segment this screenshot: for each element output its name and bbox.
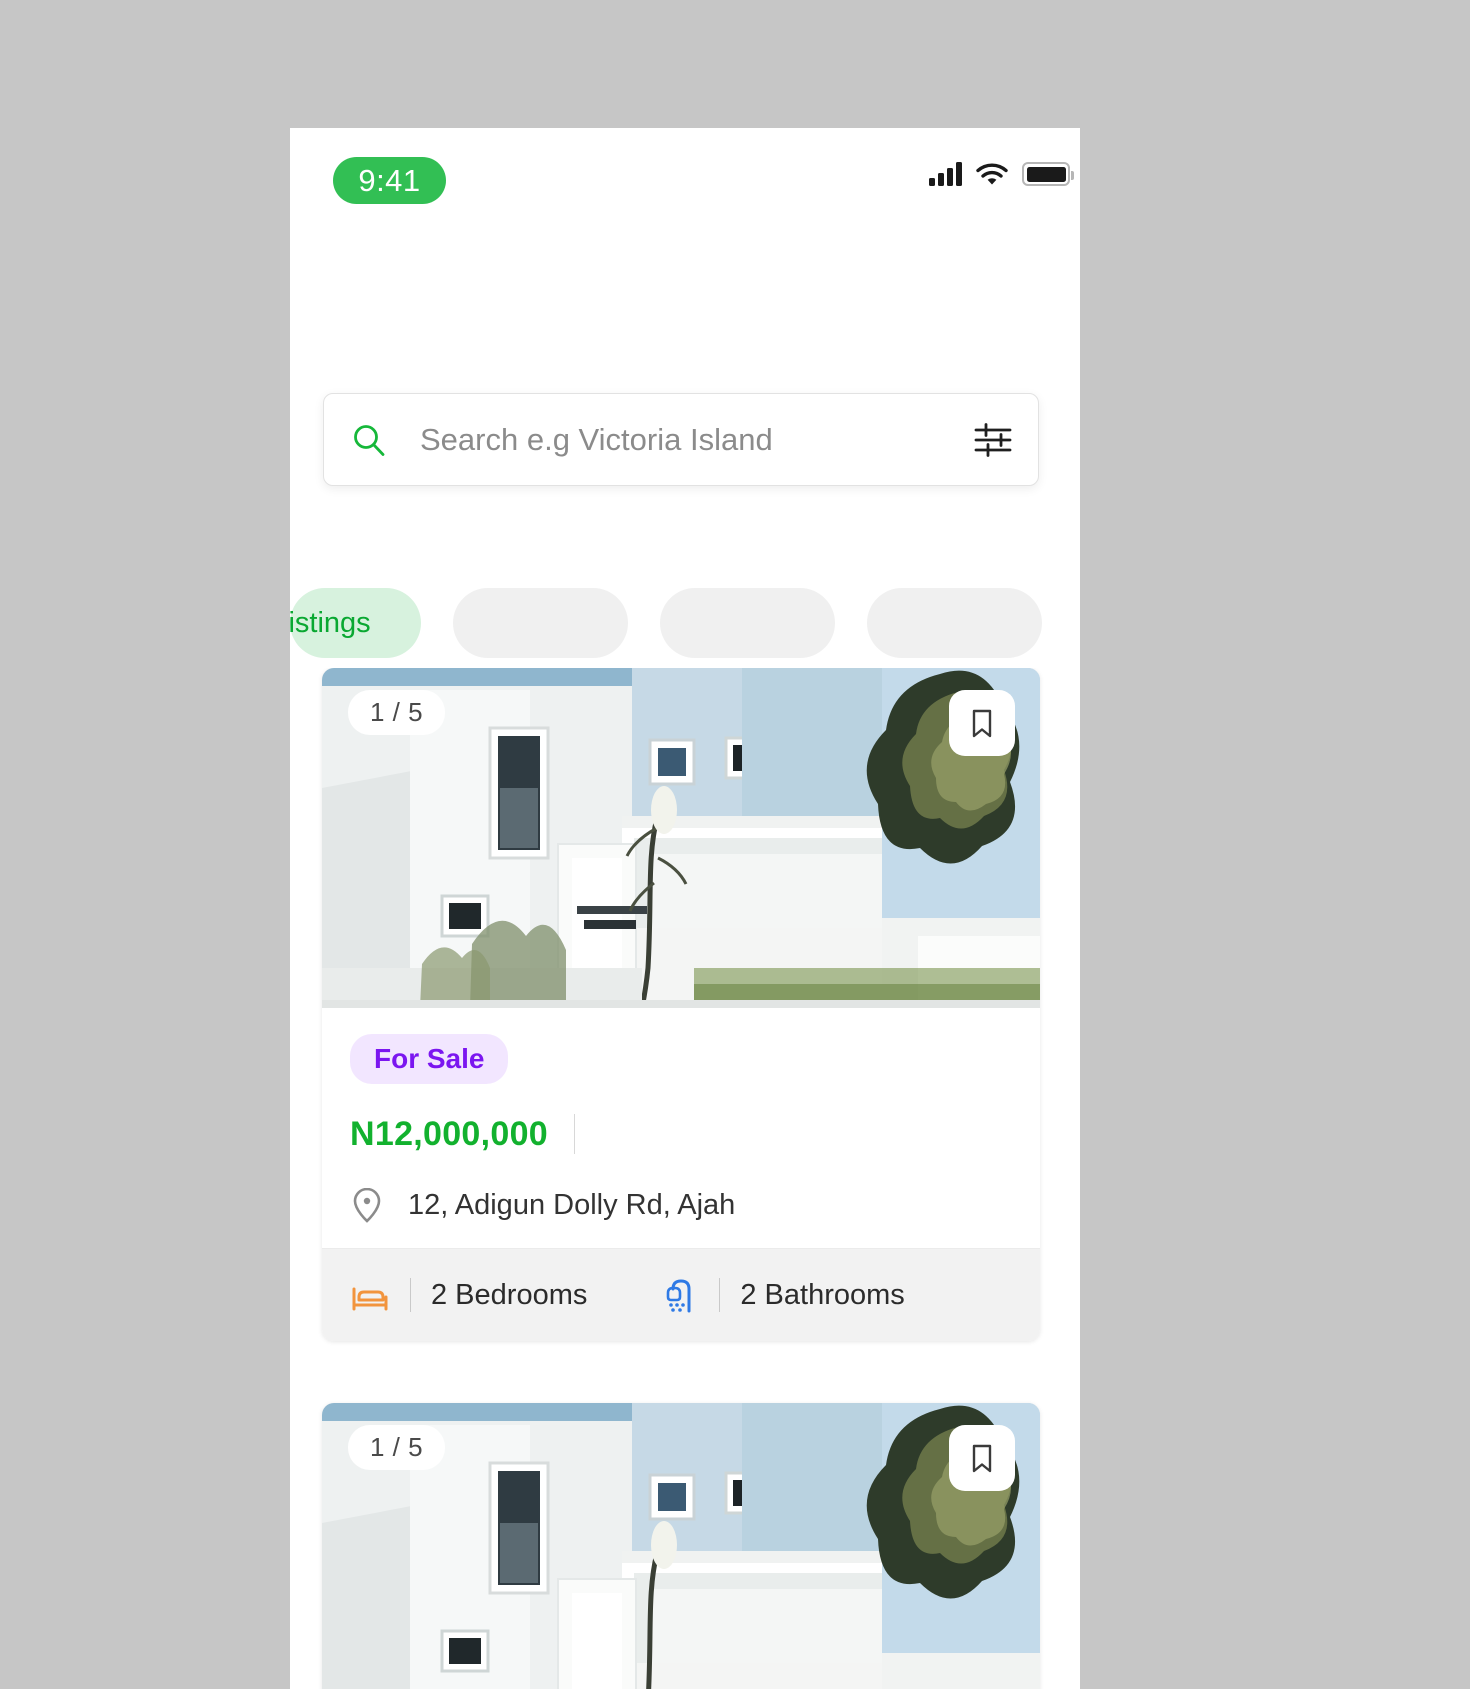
- search-section: [290, 228, 1080, 568]
- filter-chips-row[interactable]: listings: [290, 578, 1080, 668]
- filter-chip-placeholder-1[interactable]: [453, 588, 628, 658]
- amenity-divider: [410, 1278, 411, 1312]
- battery-full-icon: [1022, 162, 1074, 186]
- filter-chip-placeholder-3[interactable]: [867, 588, 1042, 658]
- listing-card[interactable]: 1 / 5 For Sale N12,000,000: [322, 1403, 1040, 1689]
- status-bar: 9:41: [290, 128, 1080, 228]
- amenity-bedrooms-label: 2 Bedrooms: [431, 1278, 588, 1311]
- price-divider: [574, 1114, 576, 1154]
- bookmark-icon: [966, 1442, 998, 1474]
- listing-price: N12,000,000: [350, 1114, 549, 1153]
- photo-counter-badge: 1 / 5: [348, 1425, 446, 1470]
- wifi-icon: [976, 162, 1008, 186]
- status-badge: For Sale: [350, 1034, 509, 1084]
- filter-chip-listings[interactable]: listings: [290, 588, 421, 658]
- search-bar[interactable]: [323, 393, 1039, 486]
- listings-scroll-area[interactable]: 1 / 5 For Sale N12,000,000 12, Adigun Do…: [290, 668, 1080, 1689]
- filter-chip-label: listings: [290, 606, 371, 639]
- listing-address: 12, Adigun Dolly Rd, Ajah: [408, 1188, 736, 1221]
- search-input[interactable]: [420, 421, 973, 458]
- amenity-bathrooms-label: 2 Bathrooms: [740, 1278, 905, 1311]
- listing-amenities: 2 Bedrooms 2 Bathrooms: [322, 1248, 1040, 1341]
- status-bar-time: 9:41: [333, 157, 446, 204]
- filter-sliders-icon[interactable]: [973, 420, 1013, 460]
- address-row: 12, Adigun Dolly Rd, Ajah: [350, 1186, 1012, 1224]
- amenity-bathrooms: 2 Bathrooms: [659, 1275, 905, 1315]
- status-bar-icons: [929, 162, 1074, 186]
- bookmark-button[interactable]: [949, 690, 1015, 756]
- bookmark-button[interactable]: [949, 1425, 1015, 1491]
- amenity-divider: [719, 1278, 721, 1312]
- location-pin-icon: [350, 1186, 384, 1224]
- photo-counter-badge: 1 / 5: [348, 690, 446, 735]
- filter-chip-placeholder-2[interactable]: [660, 588, 835, 658]
- bookmark-icon: [966, 707, 998, 739]
- amenity-bedrooms: 2 Bedrooms: [350, 1275, 587, 1315]
- listing-details: For Sale N12,000,000 12, Adigun Dolly Rd…: [322, 1008, 1040, 1248]
- phone-screen: 9:41 Search e.g Victoria Island listings…: [290, 128, 1080, 1689]
- listing-card[interactable]: 1 / 5 For Sale N12,000,000: [322, 668, 1040, 1341]
- cellular-signal-icon: [929, 162, 962, 186]
- listing-photo[interactable]: 1 / 5: [322, 1403, 1040, 1689]
- shower-icon: [659, 1275, 699, 1315]
- bed-icon: [350, 1275, 390, 1315]
- search-icon: [351, 422, 387, 458]
- price-row: N12,000,000: [350, 1114, 1012, 1154]
- listing-photo[interactable]: 1 / 5: [322, 668, 1040, 1008]
